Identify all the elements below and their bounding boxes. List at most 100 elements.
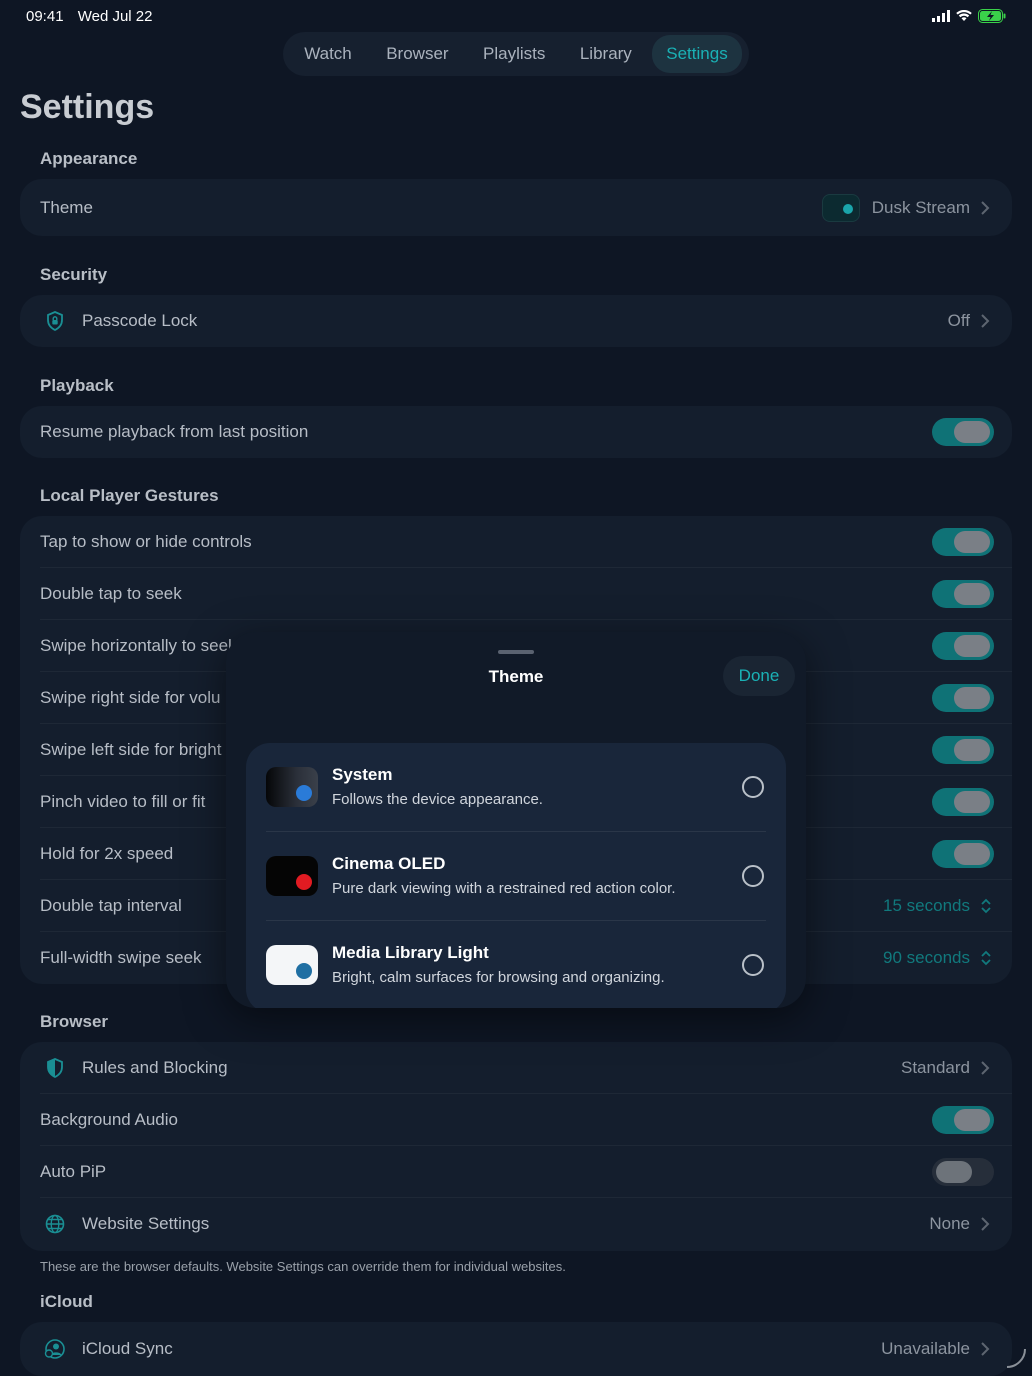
sheet-title: Theme [488,667,544,686]
theme-options-list: System Follows the device appearance. Ci… [246,743,786,1008]
background-audio-row: Background Audio [20,1094,1012,1146]
section-browser-title: Browser [40,1012,109,1031]
section-security-title: Security [40,265,108,284]
person-sync-icon [44,1339,65,1359]
auto-pip-toggle[interactable] [932,1158,994,1186]
rules-blocking-label: Rules and Blocking [82,1058,228,1077]
passcode-lock-value: Off [947,311,970,330]
gesture-label: Tap to show or hide controls [40,532,252,551]
tab-settings[interactable]: Settings [652,35,742,73]
website-settings-row[interactable]: Website Settings None [20,1198,1012,1250]
chevron-up-down-icon [981,898,991,914]
tap-controls-toggle[interactable] [932,528,994,556]
browser-group: Rules and Blocking Standard Background A… [20,1042,1012,1251]
website-settings-value: None [929,1214,970,1233]
theme-option-desc: Pure dark viewing with a restrained red … [332,880,676,897]
passcode-lock-label: Passcode Lock [82,311,198,330]
rules-blocking-row[interactable]: Rules and Blocking Standard [20,1042,1012,1094]
gesture-label: Hold for 2x speed [40,844,174,863]
system-swatch-icon [266,767,318,807]
theme-option-name: Cinema OLED [332,854,446,873]
chevron-right-icon [981,1342,990,1356]
gesture-label: Swipe left side for bright [40,740,222,759]
theme-option-desc: Bright, calm surfaces for browsing and o… [332,969,665,986]
section-playback-title: Playback [40,376,114,395]
browser-footnote: These are the browser defaults. Website … [40,1259,566,1274]
icloud-sync-value: Unavailable [881,1339,970,1358]
swipe-volume-toggle[interactable] [932,684,994,712]
theme-value: Dusk Stream [871,197,970,217]
radio-button[interactable] [742,865,764,887]
gesture-row: Double tap to seek [20,568,1012,620]
section-icloud-title: iCloud [40,1292,93,1311]
resume-playback-toggle[interactable] [932,418,994,446]
tab-browser[interactable]: Browser [372,35,462,73]
tab-library[interactable]: Library [566,35,646,73]
theme-option-media-library-light[interactable]: Media Library Light Bright, calm surface… [246,921,786,1008]
section-gestures-title: Local Player Gestures [40,486,219,505]
background-audio-toggle[interactable] [932,1106,994,1134]
section-appearance-title: Appearance [40,149,138,168]
theme-option-name: Media Library Light [332,943,489,962]
double-tap-interval-label: Double tap interval [40,896,182,915]
playback-group: Resume playback from last position [20,406,1012,458]
globe-icon [45,1214,65,1234]
resume-playback-label: Resume playback from last position [40,422,309,441]
tab-watch[interactable]: Watch [290,35,366,73]
chevron-up-down-icon [981,950,991,966]
resize-handle-icon[interactable] [1004,1346,1028,1370]
hold-speed-toggle[interactable] [932,840,994,868]
pinch-fill-toggle[interactable] [932,788,994,816]
chevron-right-icon [981,314,990,328]
wifi-icon [956,10,972,21]
cinema-oled-swatch-icon [266,856,318,896]
rules-blocking-value: Standard [901,1058,970,1077]
theme-swatch-icon [822,193,860,222]
shield-lock-icon [47,311,63,332]
auto-pip-label: Auto PiP [40,1162,107,1181]
theme-option-cinema-oled[interactable]: Cinema OLED Pure dark viewing with a res… [246,832,786,921]
sheet-grabber[interactable] [498,650,534,654]
website-settings-label: Website Settings [82,1214,210,1233]
icloud-sync-label: iCloud Sync [82,1339,173,1358]
full-width-swipe-value: 90 seconds [883,948,970,967]
done-button[interactable]: Done [723,656,795,696]
swipe-brightness-toggle[interactable] [932,736,994,764]
double-tap-interval-value: 15 seconds [883,896,970,915]
chevron-right-icon [981,1061,990,1075]
theme-sheet: Theme Done System Follows the device app… [226,632,806,1008]
radio-button[interactable] [742,954,764,976]
security-group: Passcode Lock Off [20,295,1012,347]
shield-icon [47,1058,63,1079]
swipe-seek-toggle[interactable] [932,632,994,660]
chevron-right-icon [981,200,990,215]
icloud-sync-row[interactable]: iCloud Sync Unavailable [20,1322,1012,1376]
background-audio-label: Background Audio [40,1110,178,1129]
auto-pip-row: Auto PiP [20,1146,1012,1198]
radio-button[interactable] [742,776,764,798]
theme-option-system[interactable]: System Follows the device appearance. [246,743,786,832]
media-library-light-swatch-icon [266,945,318,985]
theme-option-desc: Follows the device appearance. [332,791,543,808]
icloud-group: iCloud Sync Unavailable [20,1322,1012,1376]
resume-playback-row: Resume playback from last position [20,406,1012,458]
gesture-label: Pinch video to fill or fit [40,792,206,811]
status-date: Wed Jul 22 [77,8,153,25]
double-tap-seek-toggle[interactable] [932,580,994,608]
theme-option-name: System [332,765,393,784]
top-tab-bar: Watch Browser Playlists Library Settings [283,32,749,76]
chevron-right-icon [981,1217,990,1231]
cellular-signal-icon [932,10,950,22]
gesture-label: Swipe horizontally to seek [40,636,237,655]
battery-charging-icon [978,9,1006,23]
gesture-row: Tap to show or hide controls [20,516,1012,568]
passcode-lock-row[interactable]: Passcode Lock Off [20,295,1012,347]
theme-label: Theme [40,197,93,217]
theme-row[interactable]: Theme Dusk Stream [20,179,1012,236]
tab-playlists[interactable]: Playlists [469,35,559,73]
appearance-group: Theme Dusk Stream [20,179,1012,236]
status-bar: 09:41 Wed Jul 22 [0,0,1032,34]
gesture-label: Double tap to seek [40,584,182,603]
full-width-swipe-label: Full-width swipe seek [40,948,202,967]
status-time: 09:41 [26,8,64,25]
